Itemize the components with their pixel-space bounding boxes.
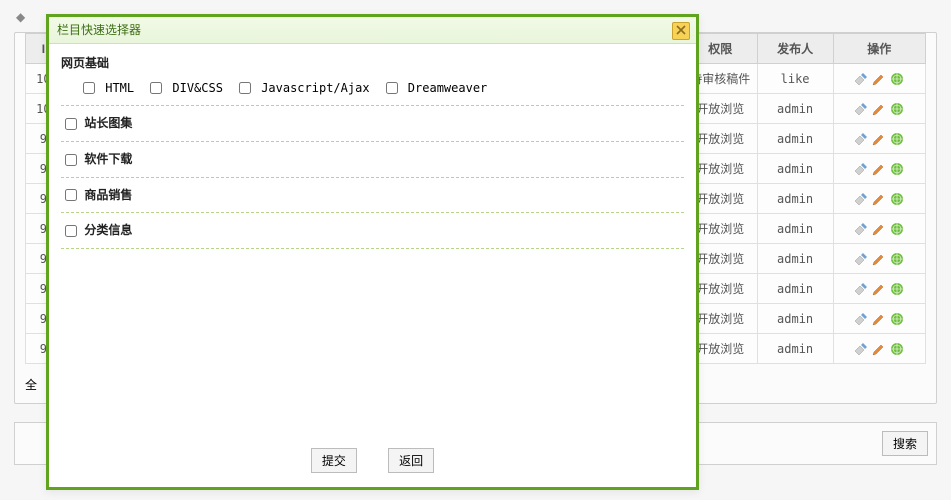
- sub-checkbox[interactable]: [386, 82, 398, 94]
- category-checkbox[interactable]: [65, 189, 77, 201]
- footer-text: 全: [25, 378, 37, 392]
- col-publisher: 发布人: [757, 34, 833, 64]
- edit-icon[interactable]: [872, 222, 886, 236]
- tool-icon[interactable]: [854, 72, 868, 86]
- sub-label: Javascript/Ajax: [261, 81, 369, 95]
- edit-icon[interactable]: [872, 282, 886, 296]
- cell-actions: [833, 334, 925, 364]
- dialog-title-bar: 栏目快速选择器: [49, 17, 696, 44]
- category-label: 软件下载: [84, 152, 132, 166]
- globe-icon[interactable]: [890, 312, 904, 326]
- dialog-body: 网页基础 HTML DIV&CSS Javascript/Ajax Dreamw…: [49, 44, 696, 440]
- tool-icon[interactable]: [854, 222, 868, 236]
- cell-publisher: admin: [757, 124, 833, 154]
- cell-actions: [833, 244, 925, 274]
- sub-option[interactable]: Javascript/Ajax: [235, 81, 370, 95]
- cell-actions: [833, 214, 925, 244]
- category-label: 分类信息: [84, 223, 132, 237]
- category-checkbox[interactable]: [65, 225, 77, 237]
- group-webbasics-title: 网页基础: [61, 54, 684, 71]
- category-selector-dialog: 栏目快速选择器 网页基础 HTML DIV&CSS Javascript/Aja…: [46, 14, 699, 490]
- edit-icon[interactable]: [872, 192, 886, 206]
- edit-icon[interactable]: [872, 252, 886, 266]
- tool-icon[interactable]: [854, 282, 868, 296]
- edit-icon[interactable]: [872, 132, 886, 146]
- cell-publisher: admin: [757, 304, 833, 334]
- sub-checkbox[interactable]: [150, 82, 162, 94]
- category-checkbox[interactable]: [65, 118, 77, 130]
- diamond-icon: ◆: [16, 10, 25, 24]
- col-actions: 操作: [833, 34, 925, 64]
- globe-icon[interactable]: [890, 102, 904, 116]
- tool-icon[interactable]: [854, 162, 868, 176]
- category-row[interactable]: 软件下载: [61, 142, 684, 178]
- edit-icon[interactable]: [872, 162, 886, 176]
- globe-icon[interactable]: [890, 162, 904, 176]
- cell-actions: [833, 64, 925, 94]
- tool-icon[interactable]: [854, 192, 868, 206]
- sub-label: DIV&CSS: [172, 81, 223, 95]
- globe-icon[interactable]: [890, 222, 904, 236]
- search-button[interactable]: 搜索: [882, 431, 928, 456]
- tool-icon[interactable]: [854, 342, 868, 356]
- edit-icon[interactable]: [872, 72, 886, 86]
- dialog-footer: 提交 返回: [49, 440, 696, 480]
- globe-icon[interactable]: [890, 192, 904, 206]
- cell-publisher: like: [757, 64, 833, 94]
- category-row[interactable]: 商品销售: [61, 178, 684, 214]
- tool-icon[interactable]: [854, 312, 868, 326]
- cell-actions: [833, 304, 925, 334]
- cell-actions: [833, 184, 925, 214]
- cell-publisher: admin: [757, 274, 833, 304]
- globe-icon[interactable]: [890, 282, 904, 296]
- cell-actions: [833, 94, 925, 124]
- tool-icon[interactable]: [854, 102, 868, 116]
- cell-publisher: admin: [757, 244, 833, 274]
- edit-icon[interactable]: [872, 342, 886, 356]
- category-label: 站长图集: [84, 116, 132, 130]
- close-button[interactable]: [672, 22, 690, 40]
- category-row[interactable]: 分类信息: [61, 213, 684, 249]
- category-label: 商品销售: [84, 188, 132, 202]
- globe-icon[interactable]: [890, 132, 904, 146]
- edit-icon[interactable]: [872, 312, 886, 326]
- cell-actions: [833, 274, 925, 304]
- sub-option[interactable]: Dreamweaver: [382, 81, 488, 95]
- sub-option[interactable]: HTML: [79, 81, 134, 95]
- category-row[interactable]: 站长图集: [61, 106, 684, 142]
- dialog-title: 栏目快速选择器: [57, 23, 141, 37]
- sub-label: Dreamweaver: [408, 81, 487, 95]
- globe-icon[interactable]: [890, 72, 904, 86]
- edit-icon[interactable]: [872, 102, 886, 116]
- category-checkbox[interactable]: [65, 154, 77, 166]
- close-icon: [676, 18, 686, 44]
- cell-publisher: admin: [757, 334, 833, 364]
- globe-icon[interactable]: [890, 342, 904, 356]
- cell-publisher: admin: [757, 94, 833, 124]
- sub-checkbox[interactable]: [239, 82, 251, 94]
- tool-icon[interactable]: [854, 132, 868, 146]
- sub-label: HTML: [105, 81, 134, 95]
- sub-option[interactable]: DIV&CSS: [146, 81, 223, 95]
- sub-checkbox[interactable]: [83, 82, 95, 94]
- cell-actions: [833, 154, 925, 184]
- cell-publisher: admin: [757, 214, 833, 244]
- back-button[interactable]: 返回: [388, 448, 434, 473]
- globe-icon[interactable]: [890, 252, 904, 266]
- cell-publisher: admin: [757, 184, 833, 214]
- group-webbasics-items: HTML DIV&CSS Javascript/Ajax Dreamweaver: [61, 75, 684, 106]
- submit-button[interactable]: 提交: [311, 448, 357, 473]
- cell-publisher: admin: [757, 154, 833, 184]
- cell-actions: [833, 124, 925, 154]
- tool-icon[interactable]: [854, 252, 868, 266]
